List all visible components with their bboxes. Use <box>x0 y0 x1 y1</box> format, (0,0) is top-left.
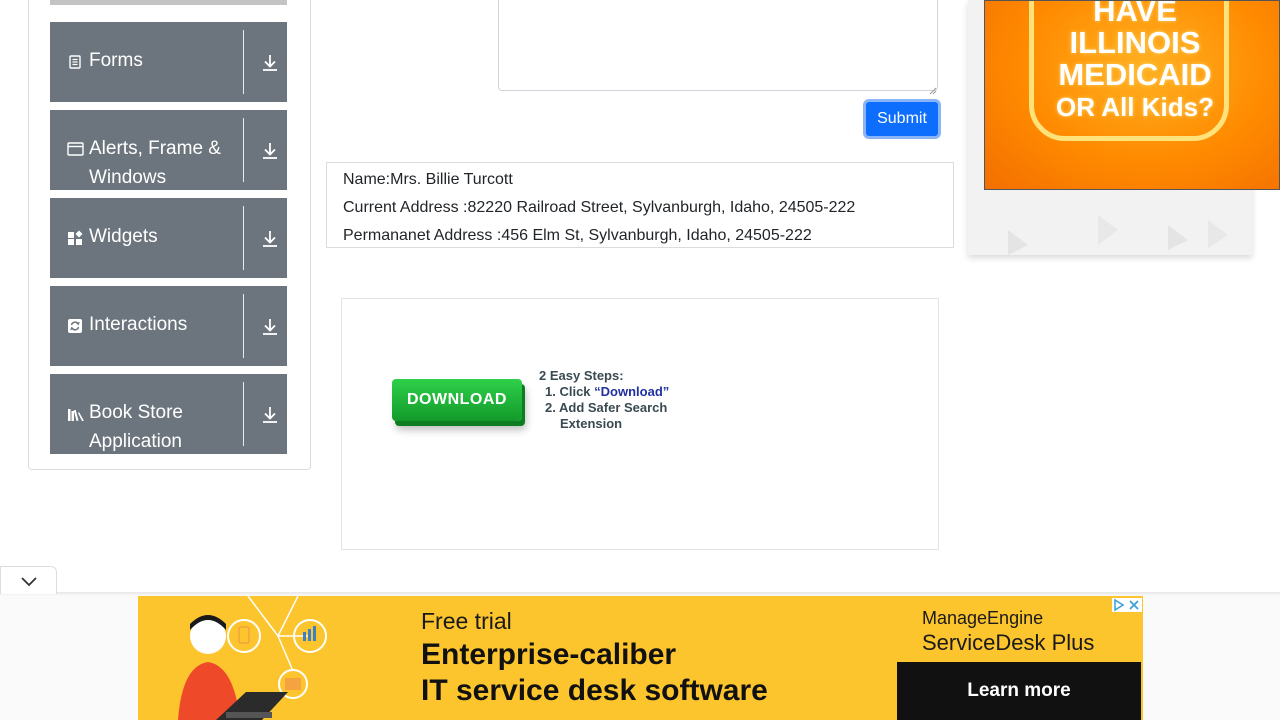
ad-step-2-text: Add Safer Search <box>558 400 668 415</box>
sidebar-group-widgets[interactable]: Widgets <box>50 198 287 278</box>
permanent-address-textarea[interactable] <box>498 0 938 91</box>
output-box: Name:Mrs. Billie Turcott Current Address… <box>326 162 954 248</box>
chevron-down-icon <box>20 575 38 593</box>
medicaid-ad-text: HAVE ILLINOIS MEDICAID OR All Kids? <box>1015 0 1255 123</box>
download-arrow-icon[interactable] <box>260 404 280 424</box>
medicaid-ad[interactable]: HAVE ILLINOIS MEDICAID OR All Kids? <box>984 0 1280 190</box>
sidebar-group-label: Alerts, Frame & Windows <box>89 138 221 188</box>
sidebar-group-label: Book Store Application <box>89 402 183 452</box>
divider <box>243 294 244 358</box>
sidebar-group-alerts[interactable]: Alerts, Frame & Windows <box>50 110 287 190</box>
ad-steps-title: 2 Easy Steps: <box>539 368 624 383</box>
download-arrow-icon[interactable] <box>260 316 280 336</box>
output-current-address: Current Address :82220 Railroad Street, … <box>343 199 856 216</box>
sidebar-group-collapsed-list <box>50 0 287 5</box>
sidebar-group-label: Interactions <box>89 314 188 335</box>
divider <box>243 30 244 94</box>
download-arrow-icon[interactable] <box>260 140 280 160</box>
ad-choices-icon[interactable] <box>1112 598 1142 612</box>
sidebar-group-label: Forms <box>89 50 143 71</box>
books-icon <box>67 406 85 422</box>
sidebar-group-book-store[interactable]: Book Store Application <box>50 374 287 454</box>
window-icon <box>67 141 84 157</box>
servicedesk-ad[interactable]: Free trial Enterprise-caliber IT service… <box>138 596 1143 720</box>
sidebar-group-interactions[interactable]: Interactions <box>50 286 287 366</box>
medicaid-line-2: ILLINOIS <box>1069 25 1201 60</box>
medicaid-line-1: HAVE <box>1093 0 1177 28</box>
collapse-ad-toggle[interactable] <box>0 566 57 594</box>
download-arrow-icon[interactable] <box>260 52 280 72</box>
ad-download-button[interactable]: DOWNLOAD <box>392 379 522 421</box>
download-arrow-icon[interactable] <box>260 228 280 248</box>
ad-brand-name: ServiceDesk Plus <box>922 630 1095 655</box>
ad-headline-1: Enterprise-caliber <box>421 638 677 671</box>
ad-free-trial: Free trial <box>421 608 512 634</box>
interactions-icon <box>67 318 83 334</box>
divider <box>243 382 244 446</box>
sidebar-group-label: Widgets <box>89 226 158 247</box>
download-ad[interactable]: DOWNLOAD 2 Easy Steps: 1. Click “Downloa… <box>341 298 939 550</box>
submit-button[interactable]: Submit <box>863 99 941 139</box>
widgets-icon <box>67 230 83 246</box>
ad-headline-2: IT service desk software <box>421 674 768 707</box>
ad-steps: 2 Easy Steps: 1. Click “Download” 2. Add… <box>539 368 669 432</box>
learn-more-button[interactable]: Learn more <box>897 662 1141 720</box>
ad-step-1-prefix: Click <box>559 384 595 399</box>
ad-step-2: 2. Add Safer Search <box>545 400 668 415</box>
ad-step-2-cont: Extension <box>560 416 623 431</box>
output-name: Name:Mrs. Billie Turcott <box>343 171 513 188</box>
ad-brand-top: ManageEngine <box>922 608 1044 628</box>
output-permanent-address: Permananet Address :456 Elm St, Sylvanbu… <box>343 227 812 244</box>
sidebar-group-forms[interactable]: Forms <box>50 22 287 102</box>
medicaid-line-3: MEDICAID <box>1058 57 1212 92</box>
divider <box>243 118 244 182</box>
ad-step-1-link: “Download” <box>594 384 670 399</box>
ad-illustration-icon <box>178 596 327 720</box>
divider <box>243 206 244 270</box>
medicaid-line-4: OR All Kids? <box>1056 92 1214 122</box>
ad-step-1: 1. Click “Download” <box>545 384 670 399</box>
document-icon <box>67 54 83 70</box>
resize-handle-icon[interactable] <box>929 82 937 95</box>
